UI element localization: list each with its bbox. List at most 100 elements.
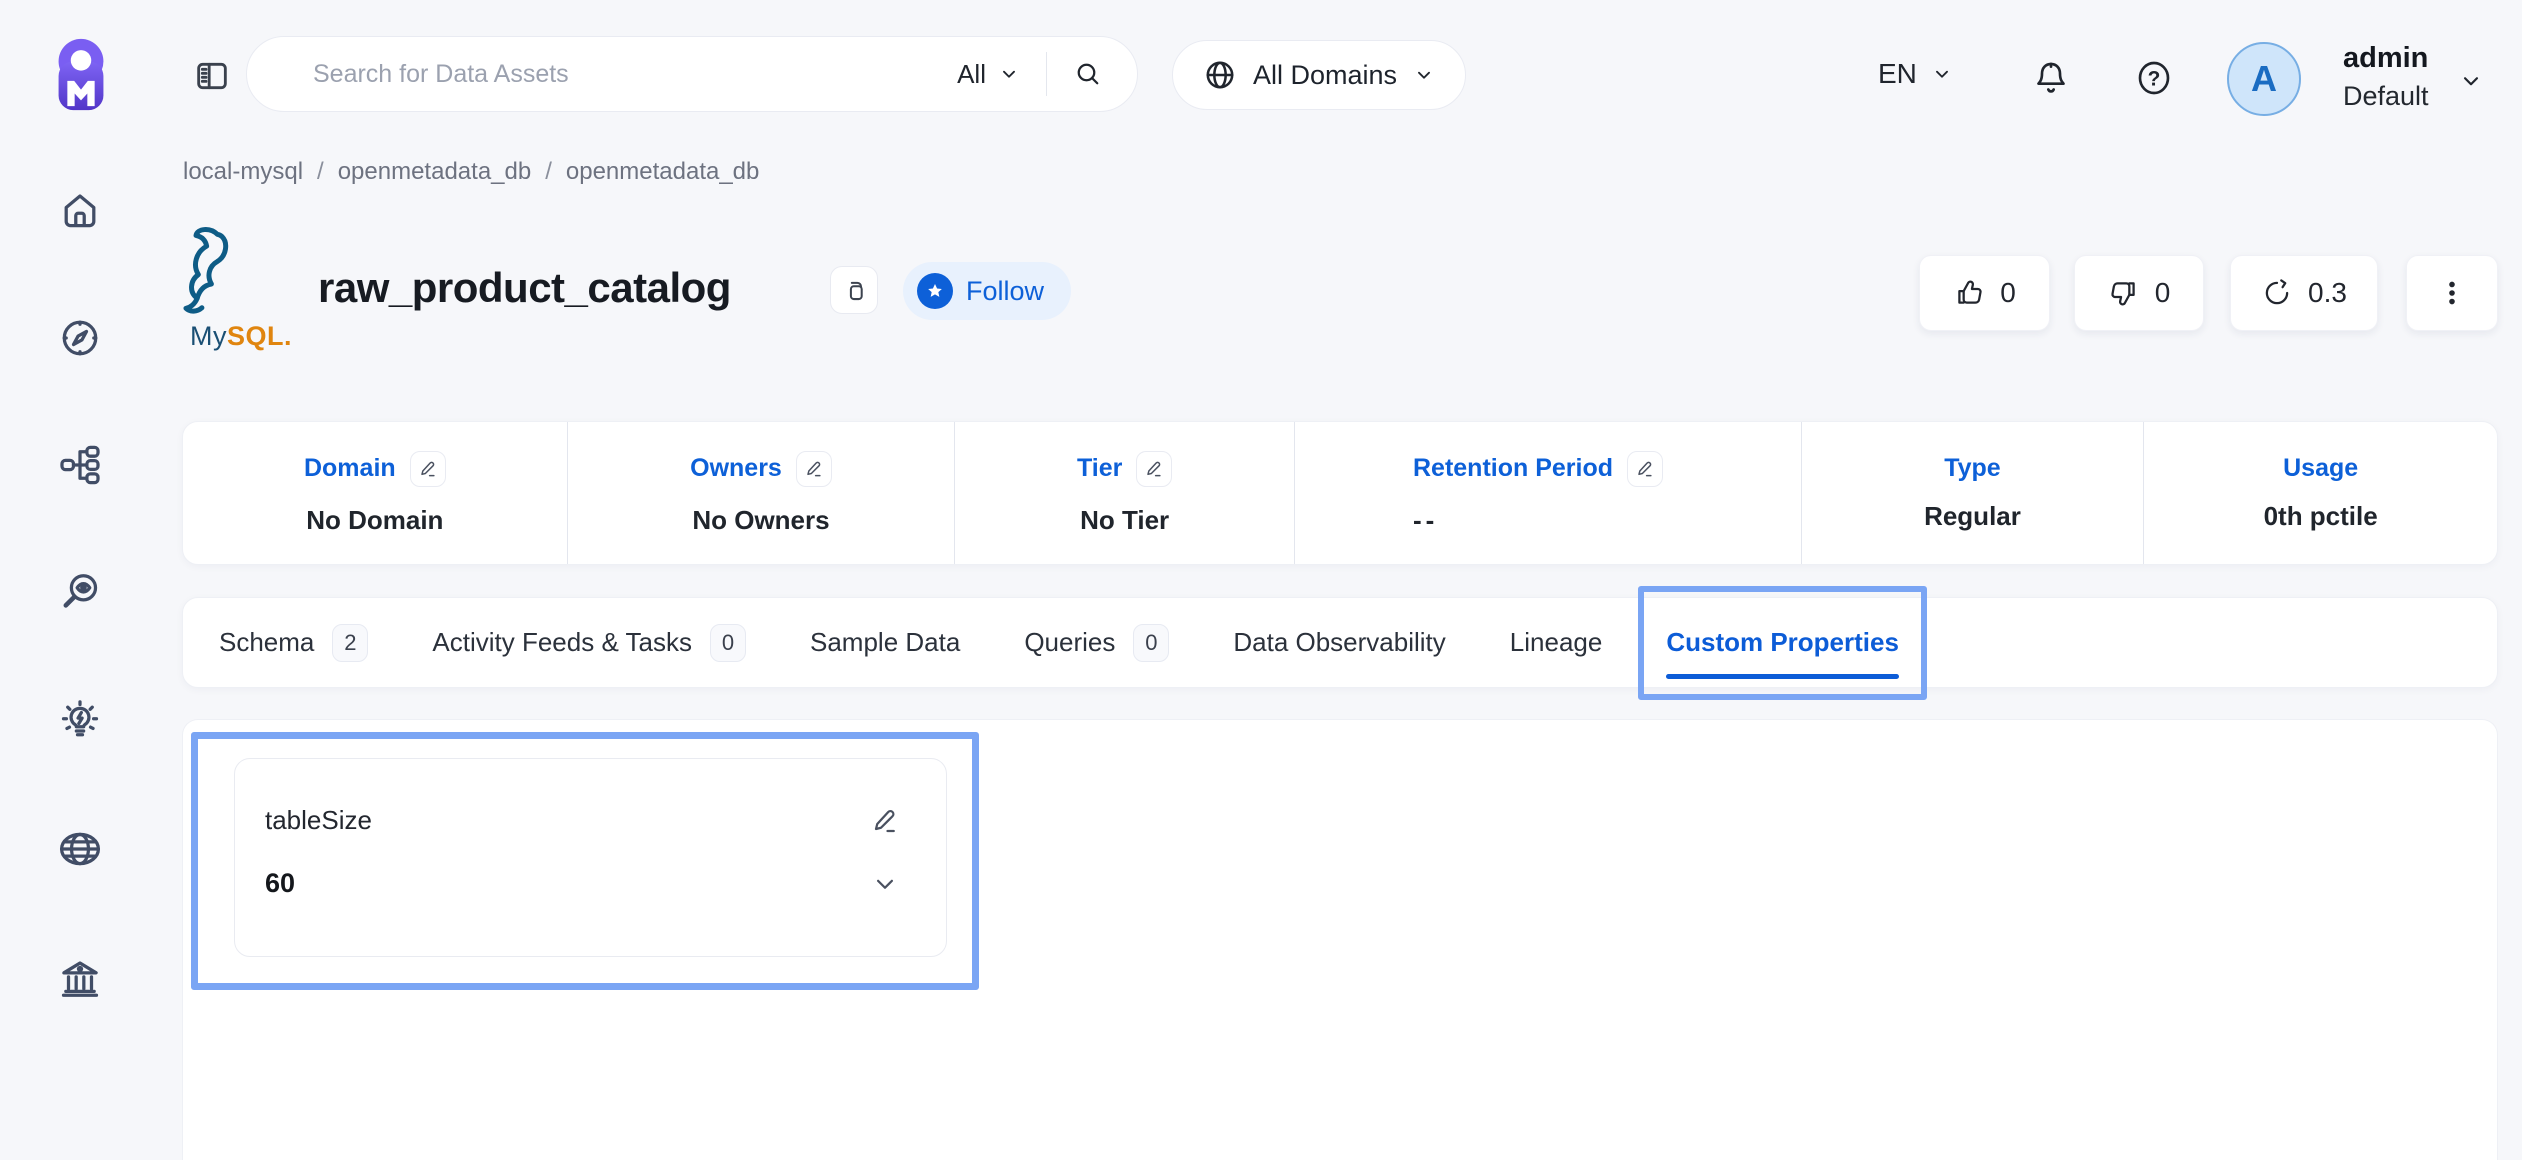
domain-label: Domain [304, 454, 396, 483]
usage-value: 0th pctile [2264, 501, 2378, 532]
sidebar-item-home[interactable] [57, 188, 103, 234]
sidebar-item-govern[interactable] [57, 955, 103, 1001]
tier-label: Tier [1077, 454, 1122, 483]
mysql-wordmark: MySQL. [177, 323, 305, 350]
tab-sample-data[interactable]: Sample Data [810, 598, 960, 687]
chevron-down-icon [1413, 64, 1435, 86]
retention-label: Retention Period [1413, 454, 1613, 483]
breadcrumb-service[interactable]: local-mysql [183, 158, 303, 186]
breadcrumb-separator: / [317, 158, 324, 186]
all-domains-button[interactable]: All Domains [1172, 40, 1466, 110]
edit-pencil-icon [418, 459, 438, 479]
sidebar-item-observability[interactable] [57, 569, 103, 615]
entity-info-panel: Domain No Domain Owners No Owners Tier [182, 421, 2498, 565]
globe-icon [57, 826, 103, 872]
page-title: raw_product_catalog [318, 264, 731, 312]
info-column-type: Type Regular [1802, 422, 2145, 564]
breadcrumb-schema[interactable]: openmetadata_db [566, 158, 760, 186]
tab-schema[interactable]: Schema 2 [219, 598, 368, 687]
tab-activity-feeds[interactable]: Activity Feeds & Tasks 0 [432, 598, 746, 687]
chevron-down-icon [1931, 63, 1953, 85]
sidebar-toggle-icon[interactable] [192, 56, 232, 96]
domain-value: No Domain [306, 505, 443, 536]
avatar-initial: A [2251, 58, 2277, 100]
info-column-domain: Domain No Domain [183, 422, 568, 564]
follow-button[interactable]: Follow [903, 262, 1071, 320]
downvote-button[interactable]: 0 [2074, 255, 2204, 331]
retention-value: -- [1413, 505, 1438, 536]
copy-name-button[interactable] [830, 266, 878, 314]
version-button[interactable]: 0.3 [2230, 255, 2378, 331]
version-number: 0.3 [2308, 277, 2347, 309]
tab-data-observability[interactable]: Data Observability [1233, 598, 1445, 687]
chevron-down-icon [998, 63, 1020, 85]
home-icon [57, 188, 103, 234]
upvote-count: 0 [2000, 277, 2016, 309]
bell-icon [2031, 58, 2071, 98]
notifications-button[interactable] [2031, 58, 2071, 98]
property-value: 60 [265, 868, 295, 899]
upvote-button[interactable]: 0 [1919, 255, 2050, 331]
sidebar-item-domains[interactable] [57, 826, 103, 872]
owners-value: No Owners [692, 505, 829, 536]
help-button[interactable]: ? [2134, 58, 2174, 98]
chevron-down-icon[interactable] [2458, 68, 2484, 94]
info-column-retention: Retention Period -- [1295, 422, 1802, 564]
edit-pencil-icon [804, 459, 824, 479]
edit-pencil-icon[interactable] [870, 806, 900, 836]
type-value: Regular [1924, 501, 2021, 532]
kebab-menu-icon [2436, 277, 2468, 309]
search-icon[interactable] [1073, 59, 1103, 89]
breadcrumb-separator: / [545, 158, 552, 186]
edit-pencil-icon [1144, 459, 1164, 479]
breadcrumb-database[interactable]: openmetadata_db [338, 158, 532, 186]
sidebar-item-explore[interactable] [57, 315, 103, 361]
thumbs-up-icon [1953, 277, 1985, 309]
question-circle-icon: ? [2134, 58, 2174, 98]
owners-label: Owners [690, 454, 782, 483]
user-avatar[interactable]: A [2227, 42, 2301, 116]
tab-count-badge: 2 [332, 624, 368, 662]
search-eye-icon [57, 569, 103, 615]
info-column-usage: Usage 0th pctile [2144, 422, 2497, 564]
openmetadata-logo-icon[interactable] [42, 35, 120, 113]
search-scope-dropdown[interactable]: All [957, 59, 1020, 90]
edit-owners-button[interactable] [796, 451, 832, 487]
user-menu[interactable]: admin Default [2343, 44, 2429, 110]
edit-tier-button[interactable] [1136, 451, 1172, 487]
star-icon [917, 273, 953, 309]
usage-label: Usage [2283, 454, 2358, 483]
edit-domain-button[interactable] [410, 451, 446, 487]
compass-icon [57, 315, 103, 361]
tab-custom-properties[interactable]: Custom Properties [1666, 598, 1899, 687]
more-options-button[interactable] [2406, 255, 2498, 331]
edit-pencil-icon [1635, 459, 1655, 479]
user-profile-label: Default [2343, 83, 2429, 110]
tab-queries[interactable]: Queries 0 [1024, 598, 1169, 687]
globe-icon [1203, 58, 1237, 92]
app-window: All All Domains EN ? A admin [0, 0, 2522, 1160]
tab-lineage[interactable]: Lineage [1510, 598, 1603, 687]
copy-icon [841, 277, 868, 304]
search-input[interactable] [313, 60, 957, 89]
mysql-logo: MySQL. [177, 226, 305, 350]
tier-value: No Tier [1080, 505, 1169, 536]
search-scope-label: All [957, 59, 986, 90]
info-column-tier: Tier No Tier [955, 422, 1295, 564]
chevron-down-icon[interactable] [870, 869, 900, 899]
thumbs-down-icon [2108, 277, 2140, 309]
version-history-icon [2261, 277, 2293, 309]
edit-retention-button[interactable] [1627, 451, 1663, 487]
bank-icon [57, 955, 103, 1001]
downvote-count: 0 [2155, 277, 2171, 309]
sidebar-item-lineage[interactable] [57, 442, 103, 488]
property-name: tableSize [265, 805, 372, 836]
sidebar-item-insights[interactable] [57, 698, 103, 744]
flow-icon [57, 442, 103, 488]
custom-properties-panel: tableSize 60 [182, 719, 2498, 1160]
tab-count-badge: 0 [710, 624, 746, 662]
language-dropdown[interactable]: EN [1878, 58, 1953, 90]
user-name-label: admin [2343, 44, 2429, 73]
type-label: Type [1944, 454, 2001, 483]
tab-count-badge: 0 [1133, 624, 1169, 662]
